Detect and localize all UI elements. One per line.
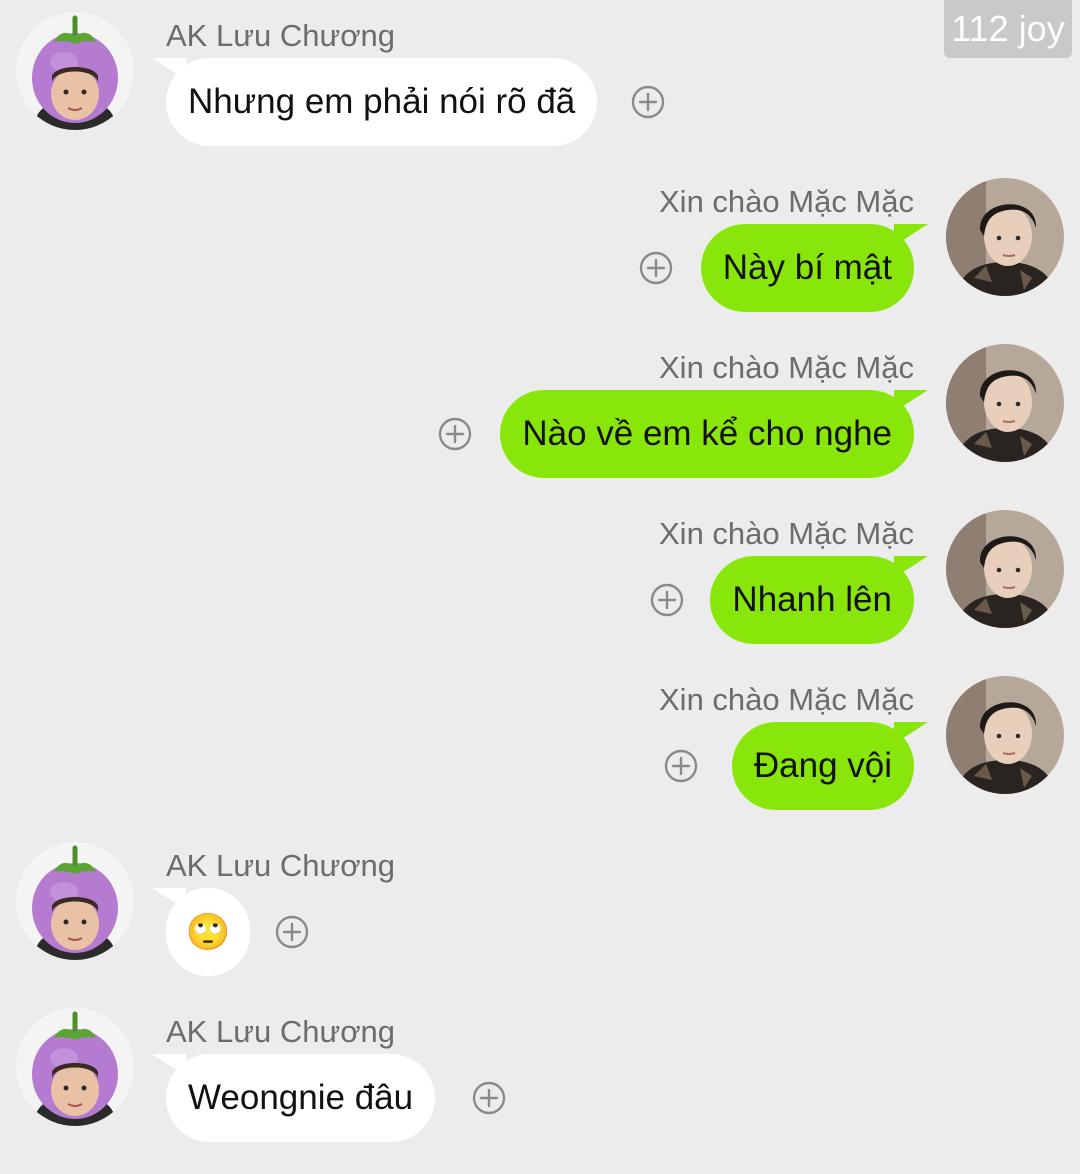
plus-circle-icon bbox=[639, 251, 673, 285]
sender-avatar[interactable] bbox=[16, 12, 134, 130]
add-reaction-button[interactable] bbox=[639, 251, 673, 285]
chat-message-outgoing: Xin chào Mặc Mặc Này bí mật bbox=[0, 166, 1080, 316]
plus-circle-icon bbox=[664, 749, 698, 783]
add-reaction-button[interactable] bbox=[650, 583, 684, 617]
add-reaction-button[interactable] bbox=[631, 85, 665, 119]
sender-name: AK Lưu Chương bbox=[166, 1014, 396, 1049]
sender-name: AK Lưu Chương bbox=[166, 848, 396, 883]
message-bubble[interactable]: Này bí mật bbox=[700, 224, 914, 312]
message-bubble[interactable]: Nhanh lên bbox=[710, 556, 914, 644]
sender-avatar[interactable] bbox=[946, 510, 1064, 628]
message-bubble[interactable]: Weongnie đâu bbox=[166, 1054, 436, 1142]
plus-circle-icon bbox=[472, 1081, 506, 1115]
add-reaction-button[interactable] bbox=[472, 1081, 506, 1115]
chat-message-incoming: AK Lưu Chương Nhưng em phải nói rõ đã bbox=[0, 0, 1080, 150]
portrait-avatar-icon bbox=[946, 178, 1064, 296]
plus-circle-icon bbox=[275, 915, 309, 949]
chat-message-incoming: AK Lưu Chương Weongnie đâu bbox=[0, 996, 1080, 1146]
sender-name: Xin chào Mặc Mặc bbox=[659, 184, 914, 219]
sender-avatar[interactable] bbox=[946, 178, 1064, 296]
message-bubble[interactable]: Nhưng em phải nói rõ đã bbox=[166, 58, 598, 146]
add-reaction-button[interactable] bbox=[438, 417, 472, 451]
portrait-avatar-icon bbox=[946, 344, 1064, 462]
message-bubble[interactable]: Đang vội bbox=[731, 722, 914, 810]
chat-message-incoming: AK Lưu Chương 🙄 bbox=[0, 830, 1080, 980]
sender-avatar[interactable] bbox=[946, 344, 1064, 462]
eggplant-hat-avatar-icon bbox=[16, 1008, 134, 1126]
chat-message-outgoing: Xin chào Mặc Mặc Nhanh lên bbox=[0, 498, 1080, 648]
sender-name: Xin chào Mặc Mặc bbox=[659, 350, 914, 385]
sender-name: Xin chào Mặc Mặc bbox=[659, 682, 914, 717]
sender-name: Xin chào Mặc Mặc bbox=[659, 516, 914, 551]
message-bubble[interactable]: Nào về em kể cho nghe bbox=[500, 390, 914, 478]
message-bubble-emoji[interactable]: 🙄 bbox=[166, 888, 250, 976]
sender-avatar[interactable] bbox=[946, 676, 1064, 794]
sender-avatar[interactable] bbox=[16, 1008, 134, 1126]
eggplant-hat-avatar-icon bbox=[16, 842, 134, 960]
portrait-avatar-icon bbox=[946, 510, 1064, 628]
plus-circle-icon bbox=[438, 417, 472, 451]
add-reaction-button[interactable] bbox=[664, 749, 698, 783]
portrait-avatar-icon bbox=[946, 676, 1064, 794]
add-reaction-button[interactable] bbox=[275, 915, 309, 949]
sender-name: AK Lưu Chương bbox=[166, 18, 396, 53]
chat-message-outgoing: Xin chào Mặc Mặc Đang vội bbox=[0, 664, 1080, 814]
eggplant-hat-avatar-icon bbox=[16, 12, 134, 130]
sender-avatar[interactable] bbox=[16, 842, 134, 960]
plus-circle-icon bbox=[650, 583, 684, 617]
chat-message-outgoing: Xin chào Mặc Mặc Nào về em kể cho nghe bbox=[0, 332, 1080, 482]
plus-circle-icon bbox=[631, 85, 665, 119]
